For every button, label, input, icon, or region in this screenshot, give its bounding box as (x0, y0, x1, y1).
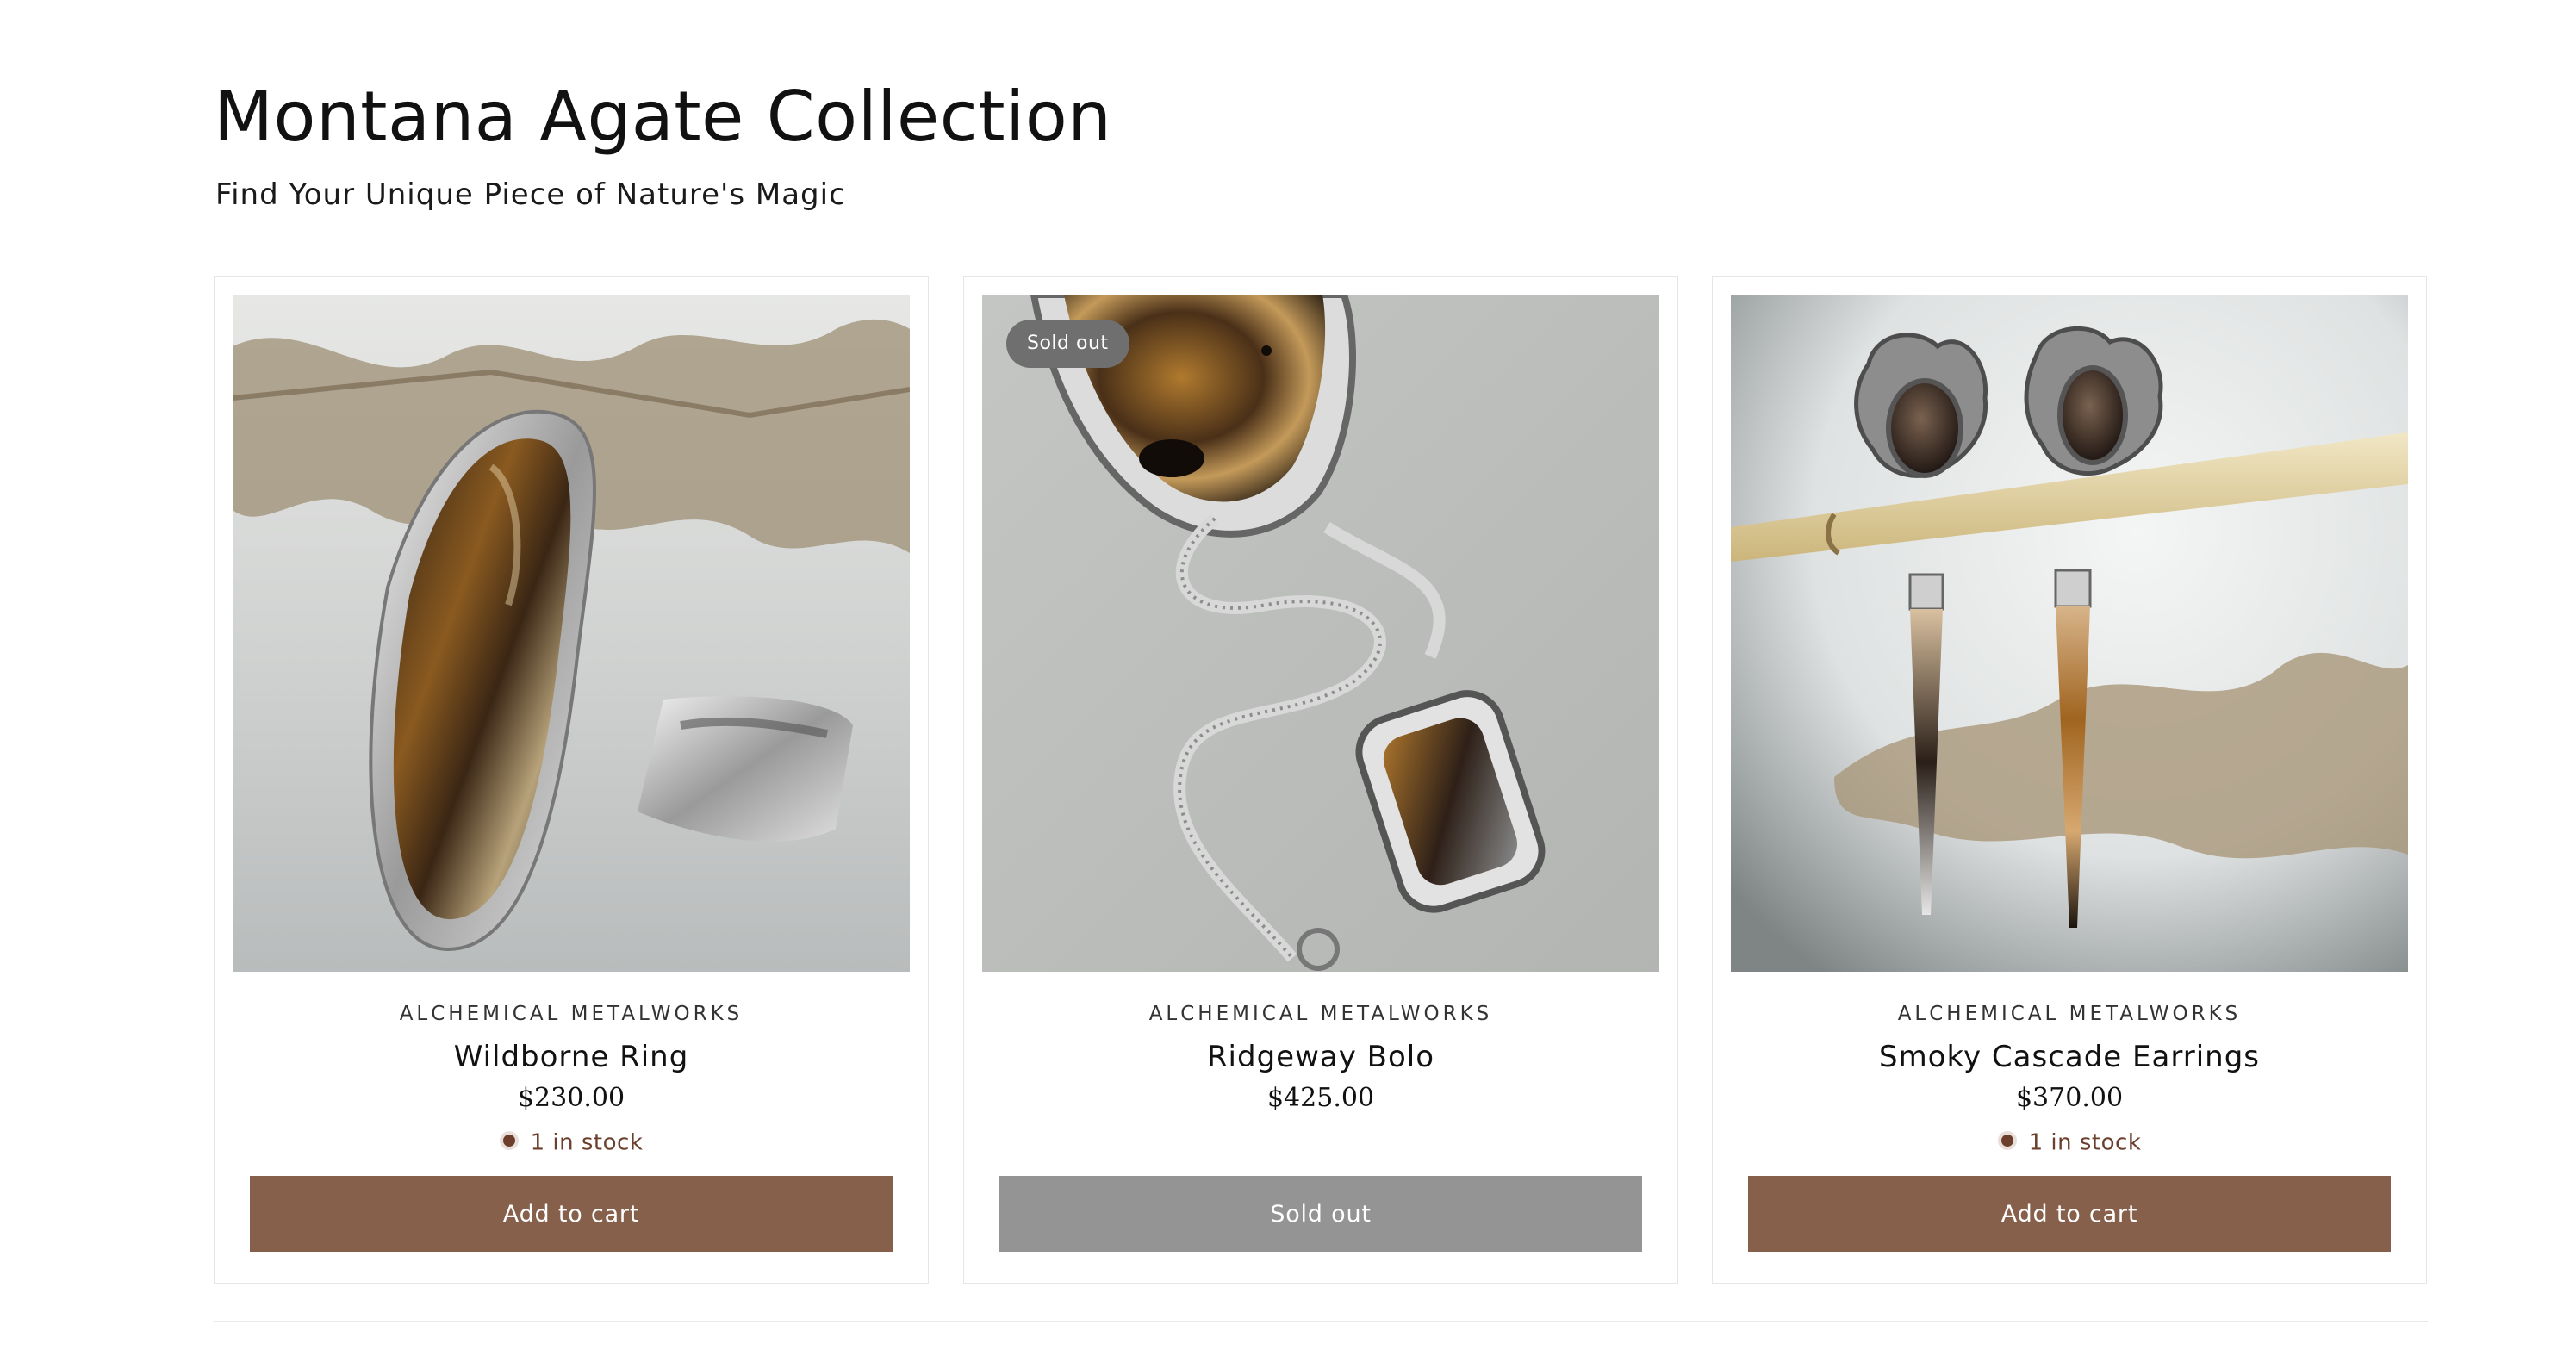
product-card-wildborne-ring[interactable]: ALCHEMICAL METALWORKS Wildborne Ring $23… (214, 276, 929, 1284)
collection-title: Montana Agate Collection (214, 77, 1112, 157)
product-vendor: ALCHEMICAL METALWORKS (1148, 1003, 1493, 1025)
earrings-photo (1731, 295, 2408, 972)
bolo-photo (982, 295, 1659, 972)
add-to-cart-button[interactable]: Add to cart (250, 1176, 893, 1252)
stock-label: 1 in stock (530, 1129, 644, 1156)
product-price: $370.00 (2015, 1083, 2124, 1113)
product-card-ridgeway-bolo[interactable]: Sold out ALCHEMICAL METALWORKS Ridgeway … (963, 276, 1678, 1284)
stock-label: 1 in stock (2028, 1129, 2142, 1156)
ring-photo (233, 295, 910, 972)
stock-status: 1 in stock (215, 1129, 928, 1156)
product-price: $425.00 (1266, 1083, 1375, 1113)
product-image-bolo[interactable]: Sold out (982, 295, 1659, 972)
stock-dot-icon (1997, 1130, 2017, 1150)
product-image-earrings[interactable] (1731, 295, 2408, 972)
product-price: $230.00 (517, 1083, 625, 1113)
product-title[interactable]: Smoky Cascade Earrings (1713, 1040, 2426, 1074)
add-to-cart-button[interactable]: Add to cart (1748, 1176, 2391, 1252)
collection-subtitle: Find Your Unique Piece of Nature's Magic (215, 177, 846, 212)
section-divider (214, 1321, 2428, 1322)
product-image-ring[interactable] (233, 295, 910, 972)
product-vendor: ALCHEMICAL METALWORKS (1897, 1003, 2242, 1025)
sold-out-button[interactable]: Sold out (999, 1176, 1642, 1252)
stock-status: 1 in stock (1713, 1129, 2426, 1156)
stock-dot-icon (499, 1130, 519, 1150)
product-vendor: ALCHEMICAL METALWORKS (399, 1003, 744, 1025)
sold-out-badge: Sold out (1006, 320, 1129, 368)
product-title[interactable]: Ridgeway Bolo (964, 1040, 1677, 1074)
product-title[interactable]: Wildborne Ring (215, 1040, 928, 1074)
product-card-smoky-cascade-earrings[interactable]: ALCHEMICAL METALWORKS Smoky Cascade Earr… (1712, 276, 2427, 1284)
